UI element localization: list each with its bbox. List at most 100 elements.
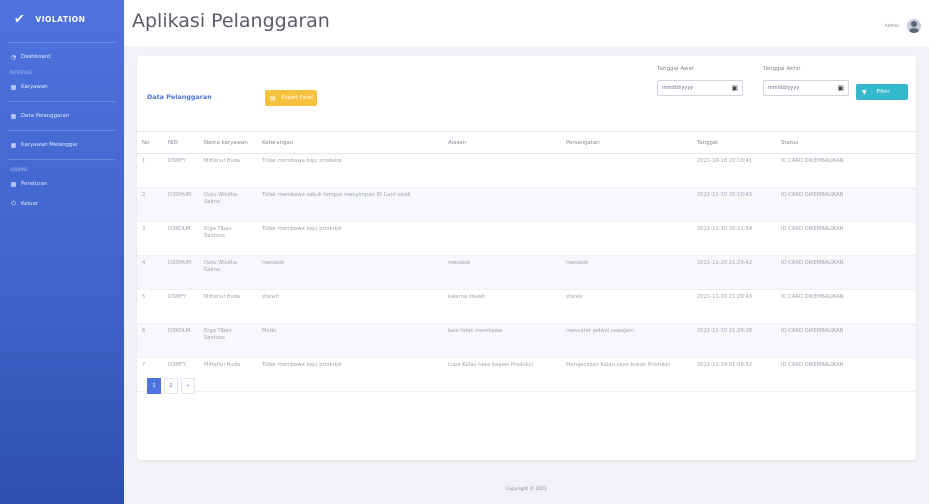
table-cell: Dutu Wisdha Sairoo xyxy=(199,255,257,290)
logout-icon: ⏻ xyxy=(11,200,16,207)
table-row: 3 D3RDLM Erga Tiban Santoso Tidak membawa b… xyxy=(137,221,916,256)
end-date-input[interactable]: mm/dd/yyyy ▣ xyxy=(763,80,849,96)
sidebar-item-karyawan-melanggar[interactable]: ▦ Karyawan Melanggar xyxy=(0,135,124,155)
filter-label: Filter xyxy=(876,89,890,95)
table-cell: 2 xyxy=(137,187,163,222)
table-cell: 2021-11-20 21:29:42 xyxy=(692,255,776,290)
sidebar-item-label: Data Pelanggaran xyxy=(21,113,70,119)
page-button-next[interactable]: 2 xyxy=(164,378,178,394)
table-cell: merokok xyxy=(443,255,561,290)
sidebar-item-karyawan[interactable]: ▦ Karyawan xyxy=(0,77,124,97)
table-icon: ▦ xyxy=(10,112,17,120)
data-table-wrapper: No NID Nama karyawan Keterangan Alasan P… xyxy=(137,131,916,392)
table-row: 7 D3MFY Miftahul Huda Tidak membawa baju pr… xyxy=(137,357,916,392)
table-cell: 2021-10-18 20:10:41 xyxy=(692,153,776,188)
sidebar-item-label: Karyawan Melanggar xyxy=(21,142,78,148)
table-cell: D2DHUPI xyxy=(163,255,199,290)
column-header[interactable]: Persangatan xyxy=(561,131,692,154)
start-date-input[interactable]: mm/dd/yyyy ▣ xyxy=(657,80,743,96)
table-row: 5 D3MFY Miftahul Huda zhewh kalema zhewh zhew… xyxy=(137,289,916,324)
start-date-group: Tanggal Awal mm/dd/yyyy ▣ xyxy=(657,66,743,96)
sidebar: ✔ VIOLATION ◔ Dashboard INTERFACE ▦ Kary… xyxy=(0,0,124,504)
file-excel-icon: ▤ xyxy=(270,94,276,102)
table-row: 6 D3RDLM Erga Tiban Santoso Mudo kala tidak … xyxy=(137,323,916,358)
sidebar-item-keluar[interactable]: ⏻ Keluar xyxy=(0,194,124,214)
table-body: 1 D3MFY Miftahul Huda Tidak membawa baju pr… xyxy=(137,153,916,392)
column-header[interactable]: Status xyxy=(776,131,916,154)
table-row: 2 D2DHUPI Dutu Wisdha Sairoo Tidak membawa … xyxy=(137,187,916,222)
data-table: No NID Nama karyawan Keterangan Alasan P… xyxy=(137,131,916,392)
column-header[interactable]: NID xyxy=(163,131,199,154)
export-excel-label: Export Excel xyxy=(281,95,313,101)
table-cell: Miftahul Huda xyxy=(199,289,257,324)
sidebar-divider xyxy=(8,42,116,43)
table-cell: Dutu Wisdha Sairoo xyxy=(199,187,257,222)
table-icon: ▦ xyxy=(10,83,17,91)
table-cell xyxy=(561,153,692,188)
sidebar-divider xyxy=(8,159,116,160)
export-excel-button[interactable]: ▤ Export Excel xyxy=(265,90,317,106)
table-cell: 4 xyxy=(137,255,163,290)
user-name[interactable]: Admin xyxy=(885,24,899,29)
calendar-icon[interactable]: ▣ xyxy=(731,84,738,92)
sidebar-item-data-pelanggaran[interactable]: ▦ Data Pelanggaran xyxy=(0,106,124,126)
calendar-icon[interactable]: ▣ xyxy=(837,84,844,92)
pagination: 1 2 » xyxy=(147,378,195,394)
table-cell: Tidak membawa baju produksi xyxy=(257,357,443,392)
table-cell: zhewh xyxy=(257,289,443,324)
table-cell: mencatat jadwal sewajarn xyxy=(561,323,692,358)
column-header[interactable]: Keterangan xyxy=(257,131,443,154)
sidebar-item-peraturan[interactable]: ▦ Peraturan xyxy=(0,174,124,194)
table-cell xyxy=(561,221,692,256)
table-icon: ▦ xyxy=(10,141,17,149)
table-cell: 2021-11-10 20:11:54 xyxy=(692,221,776,256)
table-cell xyxy=(443,221,561,256)
avatar[interactable] xyxy=(907,19,921,33)
table-icon: ▦ xyxy=(10,180,17,188)
data-card: Data Pelanggaran ▤ Export Excel Tanggal … xyxy=(137,56,916,460)
table-cell: Tidak membawa baju produksi xyxy=(257,221,443,256)
column-header[interactable]: Nama karyawan xyxy=(199,131,257,154)
footer-copyright: Copyright © 2021 xyxy=(506,487,547,492)
table-cell: kalema zhewh xyxy=(443,289,561,324)
table-cell: 2021-11-20 20:10:43 xyxy=(692,187,776,222)
table-cell: 6 xyxy=(137,323,163,358)
sidebar-divider xyxy=(8,101,116,102)
table-cell: Lupa Kalau hara bagian Produksi xyxy=(443,357,561,392)
table-cell: 2021-11-20 21:29:28 xyxy=(692,323,776,358)
table-cell: ID CARD DIKEMBALIKAN xyxy=(776,187,916,222)
sidebar-item-label: Karyawan xyxy=(21,84,48,90)
filter-button[interactable]: ▼ Filter xyxy=(856,84,908,100)
end-date-label: Tanggal Akhir xyxy=(763,66,801,72)
sidebar-heading-addons: ADDONS xyxy=(10,166,28,172)
page-title: Aplikasi Pelanggaran xyxy=(132,10,330,32)
table-cell xyxy=(443,153,561,188)
column-header[interactable]: Tanggal xyxy=(692,131,776,154)
table-cell: 2021-11-24 01:08:52 xyxy=(692,357,776,392)
table-cell: Tidak membawa baju produksi xyxy=(257,153,443,188)
table-cell: merokok xyxy=(561,255,692,290)
table-cell: merokok xyxy=(257,255,443,290)
table-row: 1 D3MFY Miftahul Huda Tidak membawa baju pr… xyxy=(137,153,916,188)
table-cell: ID CARD DIKEMBALIKAN xyxy=(776,289,916,324)
sidebar-divider xyxy=(8,130,116,131)
table-cell xyxy=(561,187,692,222)
table-cell: Erga Tiban Santoso xyxy=(199,221,257,256)
brand-icon: ✔ xyxy=(14,11,26,27)
table-cell xyxy=(443,187,561,222)
table-cell: Miftahul Huda xyxy=(199,357,257,392)
table-cell: Mudo xyxy=(257,323,443,358)
sidebar-item-dashboard[interactable]: ◔ Dashboard xyxy=(0,47,124,67)
sidebar-brand[interactable]: ✔ VIOLATION xyxy=(0,0,124,38)
column-header[interactable]: No xyxy=(137,131,163,154)
brand-label: VIOLATION xyxy=(35,14,86,24)
page-button-current[interactable]: 1 xyxy=(147,378,161,394)
sidebar-item-label: Keluar xyxy=(21,201,39,207)
table-cell: D3MFY xyxy=(163,289,199,324)
table-cell: 5 xyxy=(137,289,163,324)
table-cell: Miftahul Huda xyxy=(199,153,257,188)
start-date-label: Tanggal Awal xyxy=(657,66,694,72)
next-arrow-icon[interactable]: » xyxy=(181,378,195,394)
column-header[interactable]: Alasan xyxy=(443,131,561,154)
table-cell: 2021-11-20 21:29:43 xyxy=(692,289,776,324)
